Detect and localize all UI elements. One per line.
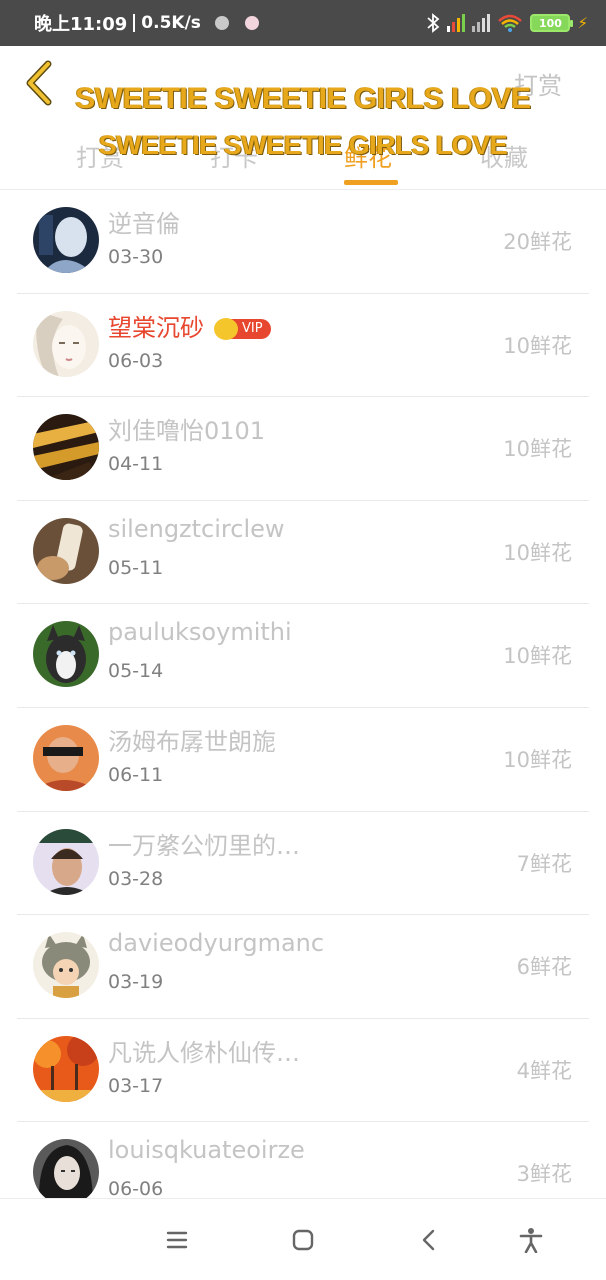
user-name: 刘佳噜怡0101 [108,417,266,446]
user-name: 凡诜人修朴仙传… [108,1038,300,1067]
user-name: silengztcirclew [108,514,285,543]
avatar[interactable] [33,828,99,895]
user-name: louisqkuateoirze [108,1136,305,1165]
date-label: 06-11 [108,763,164,786]
avatar-icon [33,207,99,273]
user-name: 汤姆布孱世朗旎 [108,727,276,756]
avatar[interactable] [33,621,99,688]
list-item[interactable]: 一万綮公忉里的… 03-28 7鲜花 [17,812,589,916]
flower-count: 10鲜花 [503,540,572,565]
list-item[interactable]: 刘佳噜怡0101 04-11 10鲜花 [17,397,589,501]
crown-icon [214,317,238,340]
page-header: 打赏 打赏 打卡 鲜花 收藏 SWEETIE SWEETIE GIRLS LOV… [0,46,606,190]
vip-badge: VIP [214,317,271,340]
avatar[interactable] [33,724,99,791]
app-notification-icon-2 [244,16,259,30]
user-name: davieodyurgmanc [108,929,325,958]
flower-count: 10鲜花 [503,747,572,772]
avatar[interactable] [33,1035,99,1102]
status-icons: 100 ⚡ [426,13,588,33]
date-label: 03-19 [108,971,164,994]
menu-icon[interactable] [164,1227,190,1253]
active-tab-indicator [344,180,398,185]
accessibility-icon[interactable] [518,1227,544,1253]
flower-count: 6鲜花 [516,955,572,980]
avatar-icon [33,621,99,688]
app-notification-icon [214,16,229,30]
avatar[interactable] [33,517,99,584]
flower-count: 7鲜花 [516,851,572,876]
date-label: 05-11 [108,556,164,579]
list-item[interactable]: 汤姆布孱世朗旎 06-11 10鲜花 [17,708,589,812]
user-name-text: 望棠沉砂 [108,313,204,342]
list-item[interactable]: 望棠沉砂 VIP 06-03 10鲜花 [17,294,589,398]
status-divider [133,14,136,32]
home-icon[interactable] [290,1227,316,1253]
date-label: 04-11 [108,453,164,476]
avatar-icon [33,1035,99,1102]
avatar[interactable] [33,310,99,377]
date-label: 06-03 [108,349,164,372]
back-icon[interactable] [416,1227,442,1253]
avatar[interactable] [33,932,99,999]
avatar[interactable] [33,1139,99,1206]
bluetooth-icon [427,13,440,33]
flower-count: 4鲜花 [516,1058,572,1083]
user-name: pauluksoymithi [108,618,292,647]
avatar-icon [33,414,99,481]
flower-list: 逆音倫 03-30 20鲜花 望棠沉砂 VIP 06-03 10鲜花 刘佳噜怡0… [0,190,606,1226]
status-network-speed: 0.5K/s [141,13,201,33]
avatar-icon [33,1139,99,1206]
status-bar: 晚上11:09 0.5K/s 100 ⚡ [0,0,606,46]
wifi-icon [498,14,523,32]
signal-icon [447,14,466,32]
date-label: 03-30 [108,246,164,268]
list-item[interactable]: 逆音倫 03-30 20鲜花 [17,190,589,294]
status-time: 晚上11:09 [34,14,128,35]
banner-text-1: SWEETIE SWEETIE GIRLS LOVE [75,82,531,115]
date-label: 03-17 [108,1074,164,1097]
flower-count: 20鲜花 [503,230,572,254]
flower-count: 10鲜花 [503,644,572,669]
avatar-icon [33,310,99,377]
avatar[interactable] [33,207,99,273]
list-item[interactable]: pauluksoymithi 05-14 10鲜花 [17,604,589,708]
avatar-icon [33,932,99,999]
date-label: 05-14 [108,660,164,683]
system-nav-bar [0,1198,606,1280]
charging-icon: ⚡ [577,14,588,32]
battery-icon: 100 [530,14,574,32]
list-item[interactable]: silengztcirclew 05-11 10鲜花 [17,501,589,605]
user-name: 望棠沉砂 VIP [108,308,271,343]
date-label: 03-28 [108,867,164,890]
user-name: 逆音倫 [108,210,180,238]
list-item[interactable]: davieodyurgmanc 03-19 6鲜花 [17,915,589,1019]
avatar[interactable] [33,414,99,481]
avatar-icon [33,828,99,895]
flower-count: 10鲜花 [503,437,572,462]
user-name: 一万綮公忉里的… [108,831,300,860]
avatar-icon [33,517,99,584]
banner-text-2: SWEETIE SWEETIE GIRLS LOVE [98,130,508,160]
avatar-icon [33,724,99,791]
flower-count: 10鲜花 [503,333,572,358]
signal-icon-2 [472,14,491,32]
list-item[interactable]: 凡诜人修朴仙传… 03-17 4鲜花 [17,1019,589,1123]
flower-count: 3鲜花 [516,1162,572,1187]
